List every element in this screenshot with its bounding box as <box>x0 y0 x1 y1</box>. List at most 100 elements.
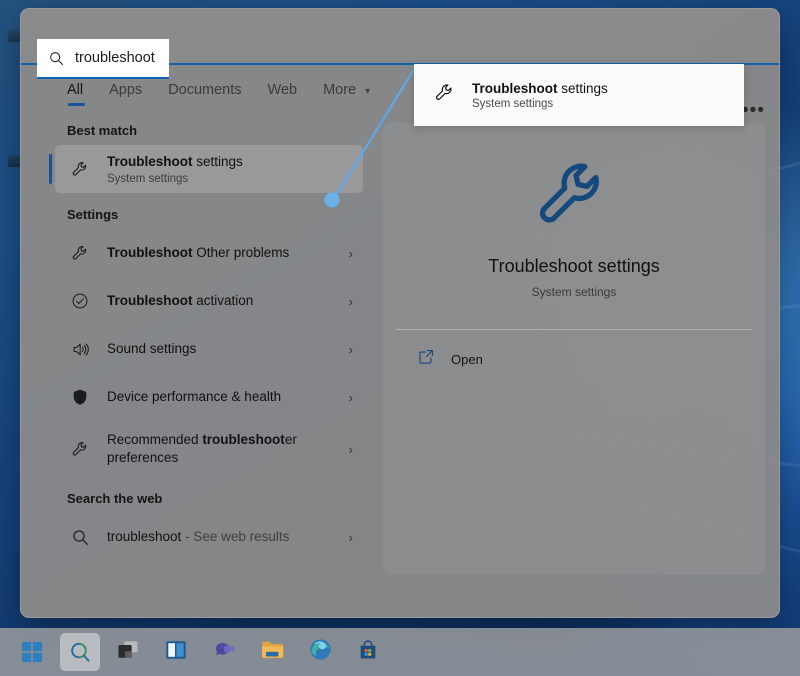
edge-icon <box>309 638 332 666</box>
section-title-settings: Settings <box>67 207 373 222</box>
result-title: Recommended troubleshooter preferences <box>107 431 322 467</box>
section-title-best-match: Best match <box>67 123 373 138</box>
callout-title-bold: Troubleshoot <box>472 81 558 96</box>
result-title-bold: Troubleshoot <box>107 293 193 308</box>
result-text: Troubleshoot activation <box>107 292 327 310</box>
widgets-icon <box>165 639 187 666</box>
desktop-icon-shortcut[interactable] <box>8 155 20 167</box>
result-web-search-troubleshoot[interactable]: troubleshoot - See web results › <box>55 513 363 561</box>
callout-subtitle: System settings <box>472 98 608 110</box>
tab-all[interactable]: All <box>67 82 83 109</box>
result-best-match-troubleshoot-settings[interactable]: Troubleshoot settings System settings <box>55 145 363 193</box>
preview-action-open[interactable]: Open <box>396 330 752 370</box>
result-title-rest: Device performance & health <box>107 389 281 404</box>
task-view-icon <box>117 640 139 665</box>
desktop-icon-recycle-bin[interactable] <box>8 30 20 42</box>
wrench-icon <box>69 244 91 263</box>
result-recommended-troubleshooter-preferences[interactable]: Recommended troubleshooter preferences › <box>55 421 363 477</box>
wrench-icon <box>69 440 91 459</box>
preview-subtitle: System settings <box>532 285 617 299</box>
chat-button[interactable] <box>204 633 244 671</box>
shield-icon <box>69 388 91 406</box>
search-icon <box>69 529 91 546</box>
result-text: Device performance & health <box>107 388 327 406</box>
result-title-rest: activation <box>193 293 254 308</box>
widgets-button[interactable] <box>156 633 196 671</box>
result-text: Troubleshoot Other problems <box>107 244 327 262</box>
store-button[interactable] <box>348 633 388 671</box>
taskbar <box>0 628 800 676</box>
result-text: troubleshoot - See web results <box>107 528 327 546</box>
folder-icon <box>261 639 284 665</box>
results-column: Best match Troubleshoot settings System … <box>21 109 373 618</box>
callout-troubleshoot-settings[interactable]: Troubleshoot settings System settings <box>414 64 744 126</box>
tab-all-label: All <box>67 82 83 98</box>
result-title-bold: troubleshoot <box>202 432 285 447</box>
store-icon <box>357 639 379 666</box>
overflow-menu-button[interactable]: ••• <box>742 101 765 120</box>
result-text: Troubleshoot settings System settings <box>107 153 353 184</box>
section-title-search-the-web: Search the web <box>67 491 373 506</box>
preview-title: Troubleshoot settings <box>488 256 659 277</box>
tab-more[interactable]: More ▾ <box>323 82 370 109</box>
result-troubleshoot-other-problems[interactable]: Troubleshoot Other problems › <box>55 229 363 277</box>
result-sound-settings[interactable]: Sound settings › <box>55 325 363 373</box>
search-content: Best match Troubleshoot settings System … <box>21 109 779 618</box>
tab-apps-label: Apps <box>109 82 142 98</box>
start-button[interactable] <box>12 633 52 671</box>
result-subtitle: System settings <box>107 173 353 185</box>
result-title: Troubleshoot activation <box>107 293 253 308</box>
result-title: Sound settings <box>107 341 196 356</box>
wrench-icon-large <box>533 155 615 242</box>
result-title: troubleshoot - See web results <box>107 529 289 544</box>
chevron-right-icon: › <box>343 342 353 357</box>
result-troubleshoot-activation[interactable]: Troubleshoot activation › <box>55 277 363 325</box>
file-explorer-button[interactable] <box>252 633 292 671</box>
open-external-icon <box>418 348 435 370</box>
result-title-bold: Troubleshoot <box>107 245 193 260</box>
chat-icon <box>213 639 235 666</box>
chevron-right-icon: › <box>343 442 353 457</box>
chevron-right-icon: › <box>343 246 353 261</box>
task-view-button[interactable] <box>108 633 148 671</box>
result-title-rest: Sound settings <box>107 341 196 356</box>
result-title-rest: troubleshoot <box>107 529 181 544</box>
search-icon <box>49 51 64 66</box>
result-text: Recommended troubleshooter preferences <box>107 431 327 467</box>
callout-title: Troubleshoot settings <box>472 81 608 96</box>
preview-action-open-label: Open <box>451 352 483 367</box>
search-input[interactable]: troubleshoot <box>37 39 169 79</box>
tab-web-label: Web <box>268 82 298 98</box>
chevron-right-icon: › <box>343 530 353 545</box>
tab-more-label: More <box>323 82 356 98</box>
chevron-right-icon: › <box>343 390 353 405</box>
preview-card: Troubleshoot settings System settings Op… <box>383 123 765 575</box>
tab-documents[interactable]: Documents <box>168 82 241 109</box>
chevron-right-icon: › <box>343 294 353 309</box>
search-button[interactable] <box>60 633 100 671</box>
callout-text: Troubleshoot settings System settings <box>472 81 608 110</box>
result-text: Sound settings <box>107 340 327 358</box>
callout-title-rest: settings <box>558 81 608 96</box>
result-title: Troubleshoot settings <box>107 154 243 169</box>
wrench-icon <box>434 82 456 109</box>
result-title: Troubleshoot Other problems <box>107 245 289 260</box>
result-title-suffix: - See web results <box>181 529 289 544</box>
search-input-value: troubleshoot <box>75 50 155 66</box>
search-icon <box>69 641 92 664</box>
result-title-pre: Recommended <box>107 432 202 447</box>
edge-button[interactable] <box>300 633 340 671</box>
check-circle-icon <box>69 292 91 310</box>
preview-column: Troubleshoot settings System settings Op… <box>373 109 779 618</box>
chevron-down-icon: ▾ <box>365 86 370 97</box>
tab-apps[interactable]: Apps <box>109 82 142 109</box>
windows-logo-icon <box>22 642 43 663</box>
result-title-bold: Troubleshoot <box>107 154 193 169</box>
tab-documents-label: Documents <box>168 82 241 98</box>
result-title: Device performance & health <box>107 389 281 404</box>
result-title-rest: settings <box>193 154 243 169</box>
result-title-rest: Other problems <box>193 245 290 260</box>
tab-web[interactable]: Web <box>268 82 298 109</box>
speaker-icon <box>69 340 91 359</box>
result-device-performance-health[interactable]: Device performance & health › <box>55 373 363 421</box>
